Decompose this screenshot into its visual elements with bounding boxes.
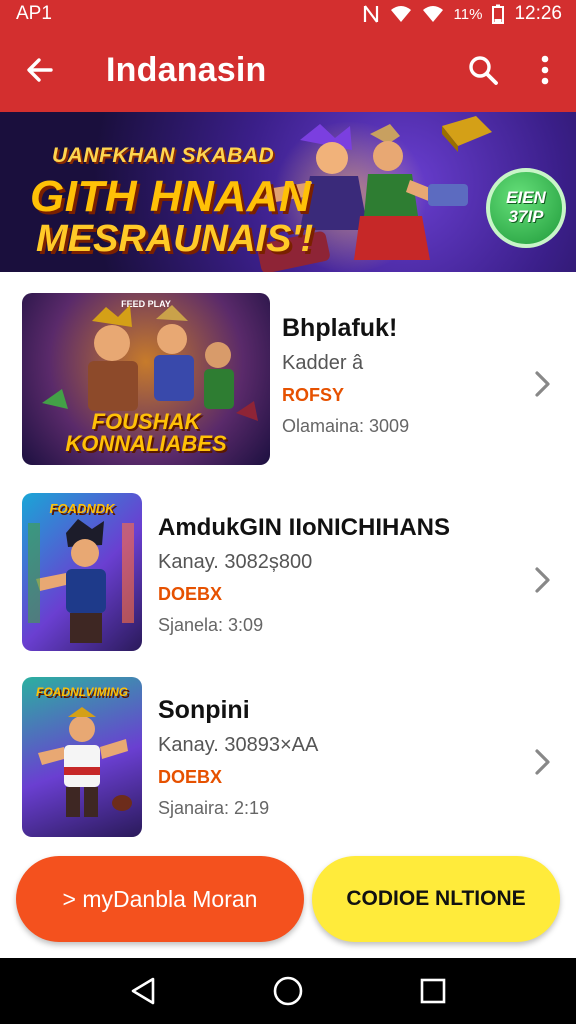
promo-banner[interactable]: UANFKHAN SKABAD GITH HNAAN MESRAUNAIS'! … (0, 112, 576, 272)
game-thumbnail: FOADNLVIMING (22, 677, 142, 837)
battery-percent: 11% (453, 5, 483, 23)
secondary-action-button[interactable]: CODIOE NLTIONE (312, 856, 560, 942)
chevron-right-icon (535, 371, 550, 397)
badge-line2: 37IP (508, 207, 544, 226)
thumbnail-title: FOADNLVIMING (36, 685, 128, 699)
battery-icon (492, 4, 505, 24)
item-info: Bhplafuk! Kadder â ROFSY Olamaina: 3009 (282, 314, 409, 437)
back-button[interactable] (0, 28, 80, 112)
item-subtitle: Kadder â (282, 352, 364, 374)
more-options-button[interactable] (514, 28, 576, 112)
recents-square-icon (421, 978, 446, 1004)
list-item[interactable]: FOADNDK AmdukGIN IIoNICHIHANS Kanay. 308… (0, 482, 576, 664)
status-bar: AP1 11% 12:26 (0, 0, 576, 28)
item-subtitle: Kanay. 3082ș800 (158, 551, 313, 573)
list-item[interactable]: FEED PLAY FOUSHAK KONNALIABES Bhplafuk! … (0, 272, 576, 482)
item-price: DOEBX (158, 767, 223, 787)
banner-badge[interactable]: EIEN 37IP (486, 168, 566, 248)
search-icon (469, 56, 498, 85)
game-thumbnail: FEED PLAY FOUSHAK KONNALIABES (22, 293, 270, 465)
item-meta: Olamaina: 3009 (282, 416, 410, 436)
more-vert-icon (541, 55, 549, 85)
page-title: Indanasin (106, 50, 267, 89)
nav-back-button[interactable] (113, 961, 173, 1021)
item-info: Sonpini Kanay. 30893×AA DOEBX Sjanaira: … (158, 696, 318, 819)
thumbnail-hero-art (28, 519, 134, 643)
thumbnail-title: FOADNDK (49, 501, 115, 516)
system-nav-bar (0, 958, 576, 1024)
item-subtitle: Kanay. 30893×AA (158, 734, 319, 756)
nfc-icon (362, 4, 380, 24)
gold-bar-icon (442, 116, 492, 152)
item-price: DOEBX (158, 584, 223, 604)
nav-home-button[interactable] (258, 961, 318, 1021)
app-bar: Indanasin (0, 28, 576, 112)
wifi-icon (390, 5, 412, 23)
item-info: AmdukGIN IIoNICHIHANS Kanay. 3082ș800 DO… (158, 514, 450, 636)
chevron-right-icon (535, 567, 550, 593)
list-item[interactable]: FOADNLVIMING Sonpini Kanay. 30893×AA DOE… (0, 664, 576, 848)
back-arrow-icon (27, 58, 53, 82)
home-circle-icon (273, 976, 303, 1006)
item-title: AmdukGIN IIoNICHIHANS (158, 514, 451, 541)
banner-headline: GITH HNAAN (30, 172, 312, 221)
banner-tagline: UANFKHAN SKABAD (52, 144, 275, 167)
nav-recents-button[interactable] (403, 961, 463, 1021)
clock: 12:26 (514, 3, 562, 24)
back-triangle-icon (131, 977, 154, 1005)
item-meta: Sjanaira: 2:19 (158, 798, 270, 818)
thumbnail-title: FOUSHAK KONNALIABES (65, 409, 227, 456)
status-icons: 11% 12:26 (362, 3, 562, 25)
thumbnail-hero-art (38, 707, 132, 817)
chevron-right-icon (535, 749, 550, 775)
game-thumbnail: FOADNDK (22, 493, 142, 651)
banner-subheadline: MESRAUNAIS'! (36, 218, 314, 260)
badge-line1: EIEN (506, 188, 546, 208)
carrier-label: AP1 (16, 3, 52, 24)
item-meta: Sjanela: 3:09 (158, 615, 264, 635)
primary-action-button[interactable]: > myDanbla Moran (16, 856, 304, 942)
signal-icon (422, 5, 444, 23)
item-price: ROFSY (282, 385, 345, 405)
item-title: Bhplafuk! (282, 314, 398, 342)
item-title: Sonpini (158, 696, 250, 724)
search-button[interactable] (452, 28, 514, 112)
